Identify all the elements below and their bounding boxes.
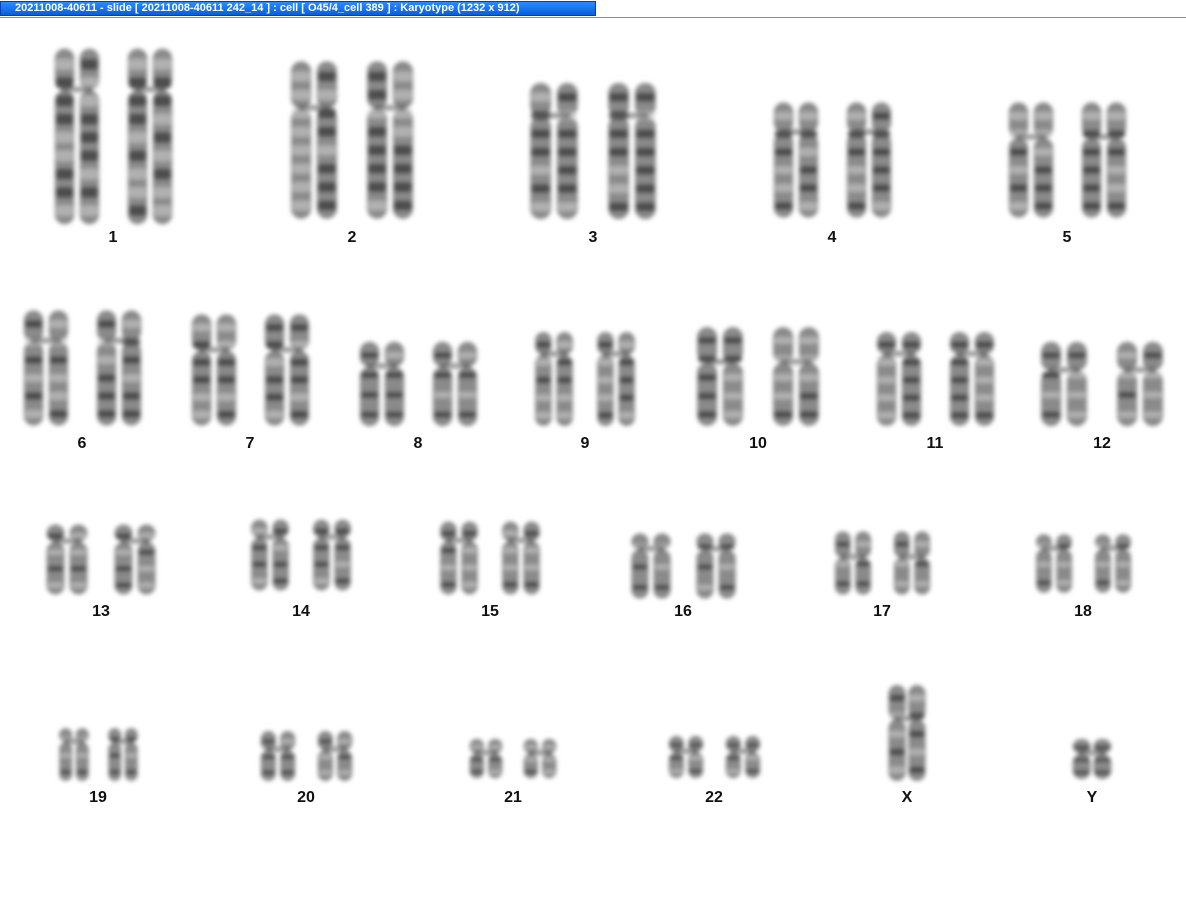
chromosome-5-1[interactable]: [1004, 100, 1058, 220]
chromosome-label-14: 14: [292, 603, 310, 620]
chromosome-label-x: X: [901, 789, 913, 806]
chromosome-y-1[interactable]: [1067, 738, 1117, 780]
chromosome-9-1[interactable]: [531, 330, 577, 428]
chromosome-3-2[interactable]: [603, 80, 661, 222]
chromosome-20-1[interactable]: [257, 730, 299, 782]
chromosome-19-2[interactable]: [105, 727, 141, 782]
chromosome-x-1[interactable]: [883, 683, 931, 783]
chromosome-13-1[interactable]: [42, 523, 92, 596]
chromosome-9-2[interactable]: [593, 330, 639, 428]
window-titlebar: 20211008-40611 - slide [ 20211008-40611 …: [0, 0, 1186, 18]
chromosome-label-20: 20: [297, 789, 315, 806]
chromosome-16-1[interactable]: [627, 532, 675, 600]
chromosome-17-2[interactable]: [890, 530, 934, 596]
chromosome-1-2[interactable]: [123, 45, 177, 228]
chromosome-4-1[interactable]: [769, 100, 823, 220]
window-title[interactable]: 20211008-40611 - slide [ 20211008-40611 …: [0, 1, 596, 16]
chromosome-22-1[interactable]: [665, 735, 707, 779]
chromosome-6-1[interactable]: [19, 308, 73, 428]
chromosome-label-13: 13: [92, 603, 110, 620]
chromosome-5-2[interactable]: [1077, 100, 1131, 220]
chromosome-label-22: 22: [705, 789, 723, 806]
chromosome-label-1: 1: [108, 229, 118, 246]
chromosome-label-18: 18: [1074, 603, 1092, 620]
chromosome-11-2[interactable]: [945, 330, 999, 428]
chromosome-4-2[interactable]: [842, 100, 896, 220]
chromosome-22-2[interactable]: [722, 735, 764, 779]
chromosome-label-4: 4: [827, 229, 837, 246]
chromosome-label-11: 11: [926, 435, 944, 452]
chromosome-17-1[interactable]: [831, 530, 875, 596]
chromosome-label-7: 7: [245, 435, 255, 452]
chromosome-label-2: 2: [347, 229, 357, 246]
chromosome-6-2[interactable]: [92, 308, 146, 428]
chromosome-19-1[interactable]: [56, 727, 92, 782]
chromosome-label-19: 19: [89, 789, 107, 806]
chromosome-label-8: 8: [413, 435, 423, 452]
chromosome-label-9: 9: [580, 435, 590, 452]
chromosome-3-1[interactable]: [525, 80, 583, 222]
chromosome-2-1[interactable]: [286, 58, 342, 222]
chromosome-18-1[interactable]: [1032, 533, 1076, 594]
chromosome-13-2[interactable]: [110, 523, 160, 596]
chromosome-21-2[interactable]: [520, 738, 560, 779]
chromosome-10-2[interactable]: [768, 325, 824, 428]
chromosome-12-2[interactable]: [1112, 340, 1168, 428]
chromosome-15-1[interactable]: [436, 520, 482, 596]
chromosome-10-1[interactable]: [692, 325, 748, 428]
chromosome-2-2[interactable]: [362, 58, 418, 222]
chromosome-label-12: 12: [1093, 435, 1111, 452]
chromosome-16-2[interactable]: [692, 532, 740, 600]
chromosome-8-1[interactable]: [355, 340, 409, 428]
chromosome-label-y: Y: [1086, 789, 1098, 806]
chromosome-label-3: 3: [588, 229, 598, 246]
chromosome-15-2[interactable]: [498, 520, 544, 596]
chromosome-7-1[interactable]: [187, 312, 241, 428]
chromosome-7-2[interactable]: [260, 312, 314, 428]
chromosome-1-1[interactable]: [50, 45, 104, 228]
chromosome-label-10: 10: [749, 435, 767, 452]
chromosome-14-1[interactable]: [247, 518, 293, 592]
chromosome-21-1[interactable]: [466, 738, 506, 779]
chromosome-label-5: 5: [1062, 229, 1072, 246]
chromosome-label-21: 21: [504, 789, 522, 806]
chromosome-18-2[interactable]: [1091, 533, 1135, 594]
chromosome-20-2[interactable]: [314, 730, 356, 782]
chromosome-label-15: 15: [481, 603, 499, 620]
chromosome-11-1[interactable]: [872, 330, 926, 428]
chromosome-label-16: 16: [674, 603, 692, 620]
chromosome-12-1[interactable]: [1036, 340, 1092, 428]
chromosome-8-2[interactable]: [428, 340, 482, 428]
chromosome-label-6: 6: [77, 435, 87, 452]
chromosome-14-2[interactable]: [309, 518, 355, 592]
chromosome-label-17: 17: [873, 603, 891, 620]
